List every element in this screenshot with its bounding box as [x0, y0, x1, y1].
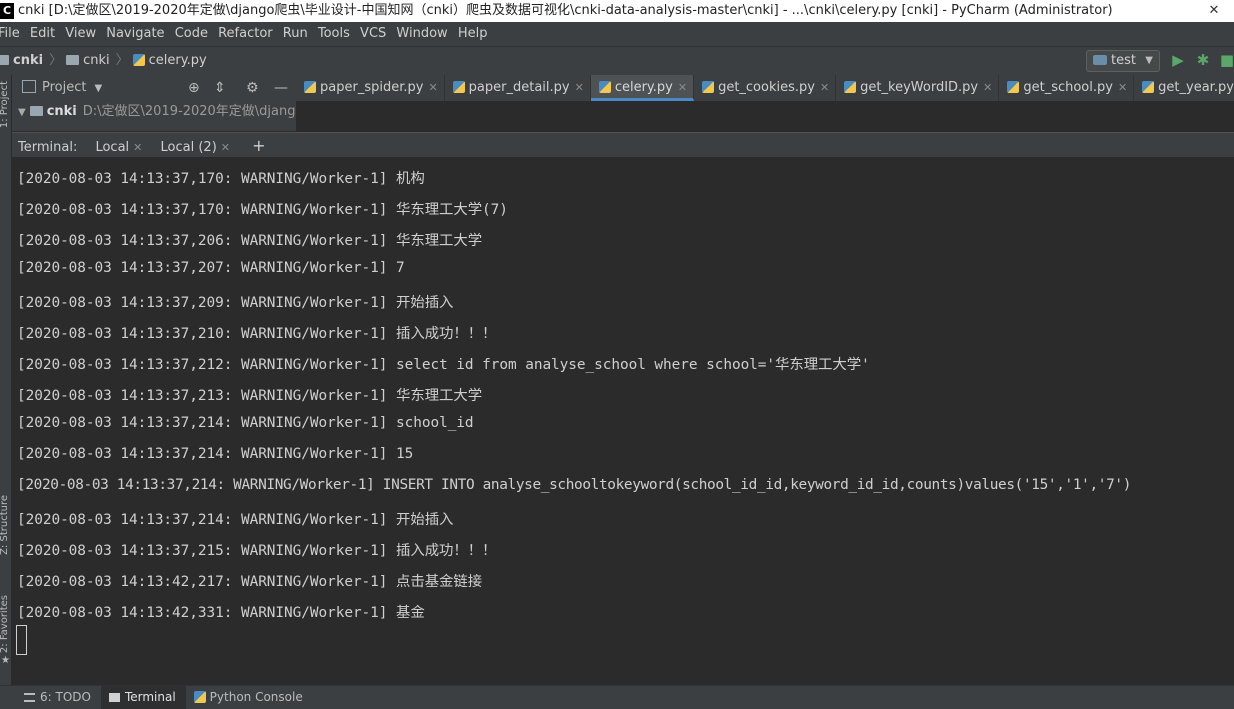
menu-run[interactable]: Run — [283, 22, 314, 46]
breadcrumb-project[interactable]: cnki — [0, 47, 43, 75]
tab-get-keywordid[interactable]: get_keyWordID.py✕ — [836, 75, 999, 101]
menu-vcs[interactable]: VCS — [360, 22, 392, 46]
menu-refactor[interactable]: Refactor — [218, 22, 279, 46]
tab-get-cookies[interactable]: get_cookies.py✕ — [694, 75, 836, 101]
navigation-bar: cnki 〉 cnki 〉 celery.py test▼ ▶ ✱ ■ — [0, 46, 1234, 76]
tab-celery[interactable]: celery.py✕ — [591, 75, 694, 101]
terminal-icon — [109, 693, 120, 702]
python-file-icon — [702, 81, 714, 93]
list-icon — [24, 693, 35, 702]
editor-area[interactable] — [296, 101, 1234, 131]
terminal-line: [2020-08-03 14:13:37,210: WARNING/Worker… — [17, 322, 496, 343]
project-view-select[interactable]: Project — [42, 80, 86, 95]
structure-tool-button[interactable]: Z: Structure — [0, 495, 10, 555]
terminal-line: [2020-08-03 14:13:37,212: WARNING/Worker… — [17, 353, 870, 374]
python-file-icon — [1007, 81, 1019, 93]
folder-icon — [30, 106, 43, 116]
project-view-icon — [22, 80, 36, 93]
breadcrumb-folder[interactable]: cnki — [66, 47, 110, 75]
close-icon[interactable]: ✕ — [428, 81, 437, 94]
window-title: cnki [D:\定做区\2019-2020年定做\django爬虫\毕业设计-… — [18, 3, 1113, 18]
terminal-tool-button[interactable]: Terminal — [101, 686, 186, 709]
terminal-line: [2020-08-03 14:13:37,214: WARNING/Worker… — [17, 415, 474, 431]
breadcrumb-file[interactable]: celery.py — [133, 47, 207, 75]
terminal-line: [2020-08-03 14:13:37,206: WARNING/Worker… — [17, 229, 482, 250]
left-tool-stripe: 1: Project Z: Structure 2: Favorites ★ — [0, 75, 12, 685]
terminal-line: [2020-08-03 14:13:37,214: WARNING/Worker… — [17, 477, 1131, 493]
close-icon[interactable]: ✕ — [983, 81, 992, 94]
terminal-line: [2020-08-03 14:13:37,207: WARNING/Worker… — [17, 260, 405, 276]
close-icon[interactable]: ✕ — [575, 81, 584, 94]
menu-tools[interactable]: Tools — [318, 22, 356, 46]
project-tree-root[interactable]: ▼cnkiD:\定做区\2019-2020年定做\djang — [12, 101, 296, 123]
menu-window[interactable]: Window — [396, 22, 453, 46]
tab-get-year[interactable]: get_year.py✕ — [1134, 75, 1234, 101]
folder-icon — [0, 55, 9, 65]
terminal-line: [2020-08-03 14:13:37,170: WARNING/Worker… — [17, 167, 425, 188]
python-file-icon — [304, 81, 316, 93]
python-console-icon — [194, 691, 206, 703]
run-icon[interactable]: ▶ — [1169, 51, 1187, 69]
pycharm-logo-icon: C — [0, 3, 14, 19]
close-icon[interactable]: ✕ — [221, 141, 230, 154]
coverage-icon[interactable]: ■ — [1218, 51, 1234, 69]
terminal-line: [2020-08-03 14:13:37,214: WARNING/Worker… — [17, 446, 413, 462]
project-panel-header: Project ▼ ⊕ ⇕ ⚙ — — [12, 75, 296, 102]
menu-navigate[interactable]: Navigate — [106, 22, 170, 46]
chevron-down-icon: ▼ — [1145, 51, 1153, 71]
tab-paper-spider[interactable]: paper_spider.py✕ — [296, 75, 445, 101]
folder-icon — [66, 55, 79, 65]
expand-arrow-icon[interactable]: ▼ — [18, 107, 26, 118]
terminal-line: [2020-08-03 14:13:42,217: WARNING/Worker… — [17, 570, 482, 591]
window-close-icon[interactable]: ✕ — [1194, 0, 1234, 22]
python-file-icon — [844, 81, 856, 93]
terminal-line: [2020-08-03 14:13:37,215: WARNING/Worker… — [17, 539, 496, 560]
hide-panel-icon[interactable]: — — [274, 75, 288, 101]
chevron-right-icon: 〉 — [116, 53, 129, 68]
todo-tool-button[interactable]: 6: TODO — [16, 686, 101, 709]
close-icon[interactable]: ✕ — [678, 81, 687, 94]
collapse-all-icon[interactable]: ⇕ — [214, 75, 226, 101]
locate-file-icon[interactable]: ⊕ — [188, 75, 200, 101]
chevron-right-icon: 〉 — [49, 53, 62, 68]
gear-icon[interactable]: ⚙ — [246, 75, 259, 101]
project-tree-next-row — [12, 123, 296, 131]
new-terminal-plus-icon[interactable]: + — [252, 133, 265, 158]
python-console-tool-button[interactable]: Python Console — [186, 686, 313, 709]
terminal-line: [2020-08-03 14:13:37,214: WARNING/Worker… — [17, 508, 453, 529]
python-file-icon — [1142, 81, 1154, 93]
terminal-cursor — [16, 625, 27, 655]
editor-tab-bar: paper_spider.py✕paper_detail.py✕celery.p… — [296, 75, 1234, 102]
terminal-header: Terminal: Local✕ Local (2)✕ + — [12, 132, 1234, 158]
terminal-line: [2020-08-03 14:13:37,209: WARNING/Worker… — [17, 291, 453, 312]
terminal-output[interactable]: [2020-08-03 14:13:37,170: WARNING/Worker… — [12, 157, 1234, 684]
menu-help[interactable]: Help — [458, 22, 494, 46]
close-icon[interactable]: ✕ — [820, 81, 829, 94]
run-configuration-select[interactable]: test▼ — [1086, 50, 1160, 72]
python-file-icon — [599, 81, 611, 93]
favorites-tool-button[interactable]: 2: Favorites — [0, 595, 10, 653]
python-file-icon — [453, 81, 465, 93]
menu-view[interactable]: View — [65, 22, 102, 46]
debug-icon[interactable]: ✱ — [1194, 51, 1212, 69]
window-title-bar: Ccnki [D:\定做区\2019-2020年定做\django爬虫\毕业设计… — [0, 0, 1234, 22]
terminal-line: [2020-08-03 14:13:42,331: WARNING/Worker… — [17, 601, 425, 622]
tab-paper-detail[interactable]: paper_detail.py✕ — [445, 75, 591, 101]
terminal-line: [2020-08-03 14:13:37,213: WARNING/Worker… — [17, 384, 482, 405]
tab-get-school[interactable]: get_school.py✕ — [999, 75, 1134, 101]
chevron-down-icon[interactable]: ▼ — [94, 83, 102, 94]
bottom-tool-bar: 6: TODOTerminalPython Console — [0, 685, 1234, 709]
menu-file[interactable]: File — [0, 22, 26, 46]
menu-code[interactable]: Code — [175, 22, 214, 46]
menu-bar: File Edit View Navigate Code Refactor Ru… — [0, 22, 1234, 46]
terminal-line: [2020-08-03 14:13:37,170: WARNING/Worker… — [17, 198, 508, 219]
python-config-icon — [1093, 55, 1107, 65]
project-tool-button[interactable]: 1: Project — [0, 81, 10, 128]
star-icon: ★ — [1, 655, 10, 666]
python-file-icon — [133, 54, 145, 66]
close-icon[interactable]: ✕ — [1118, 81, 1127, 94]
menu-edit[interactable]: Edit — [30, 22, 61, 46]
close-icon[interactable]: ✕ — [133, 141, 142, 154]
terminal-title: Terminal: — [18, 140, 77, 155]
